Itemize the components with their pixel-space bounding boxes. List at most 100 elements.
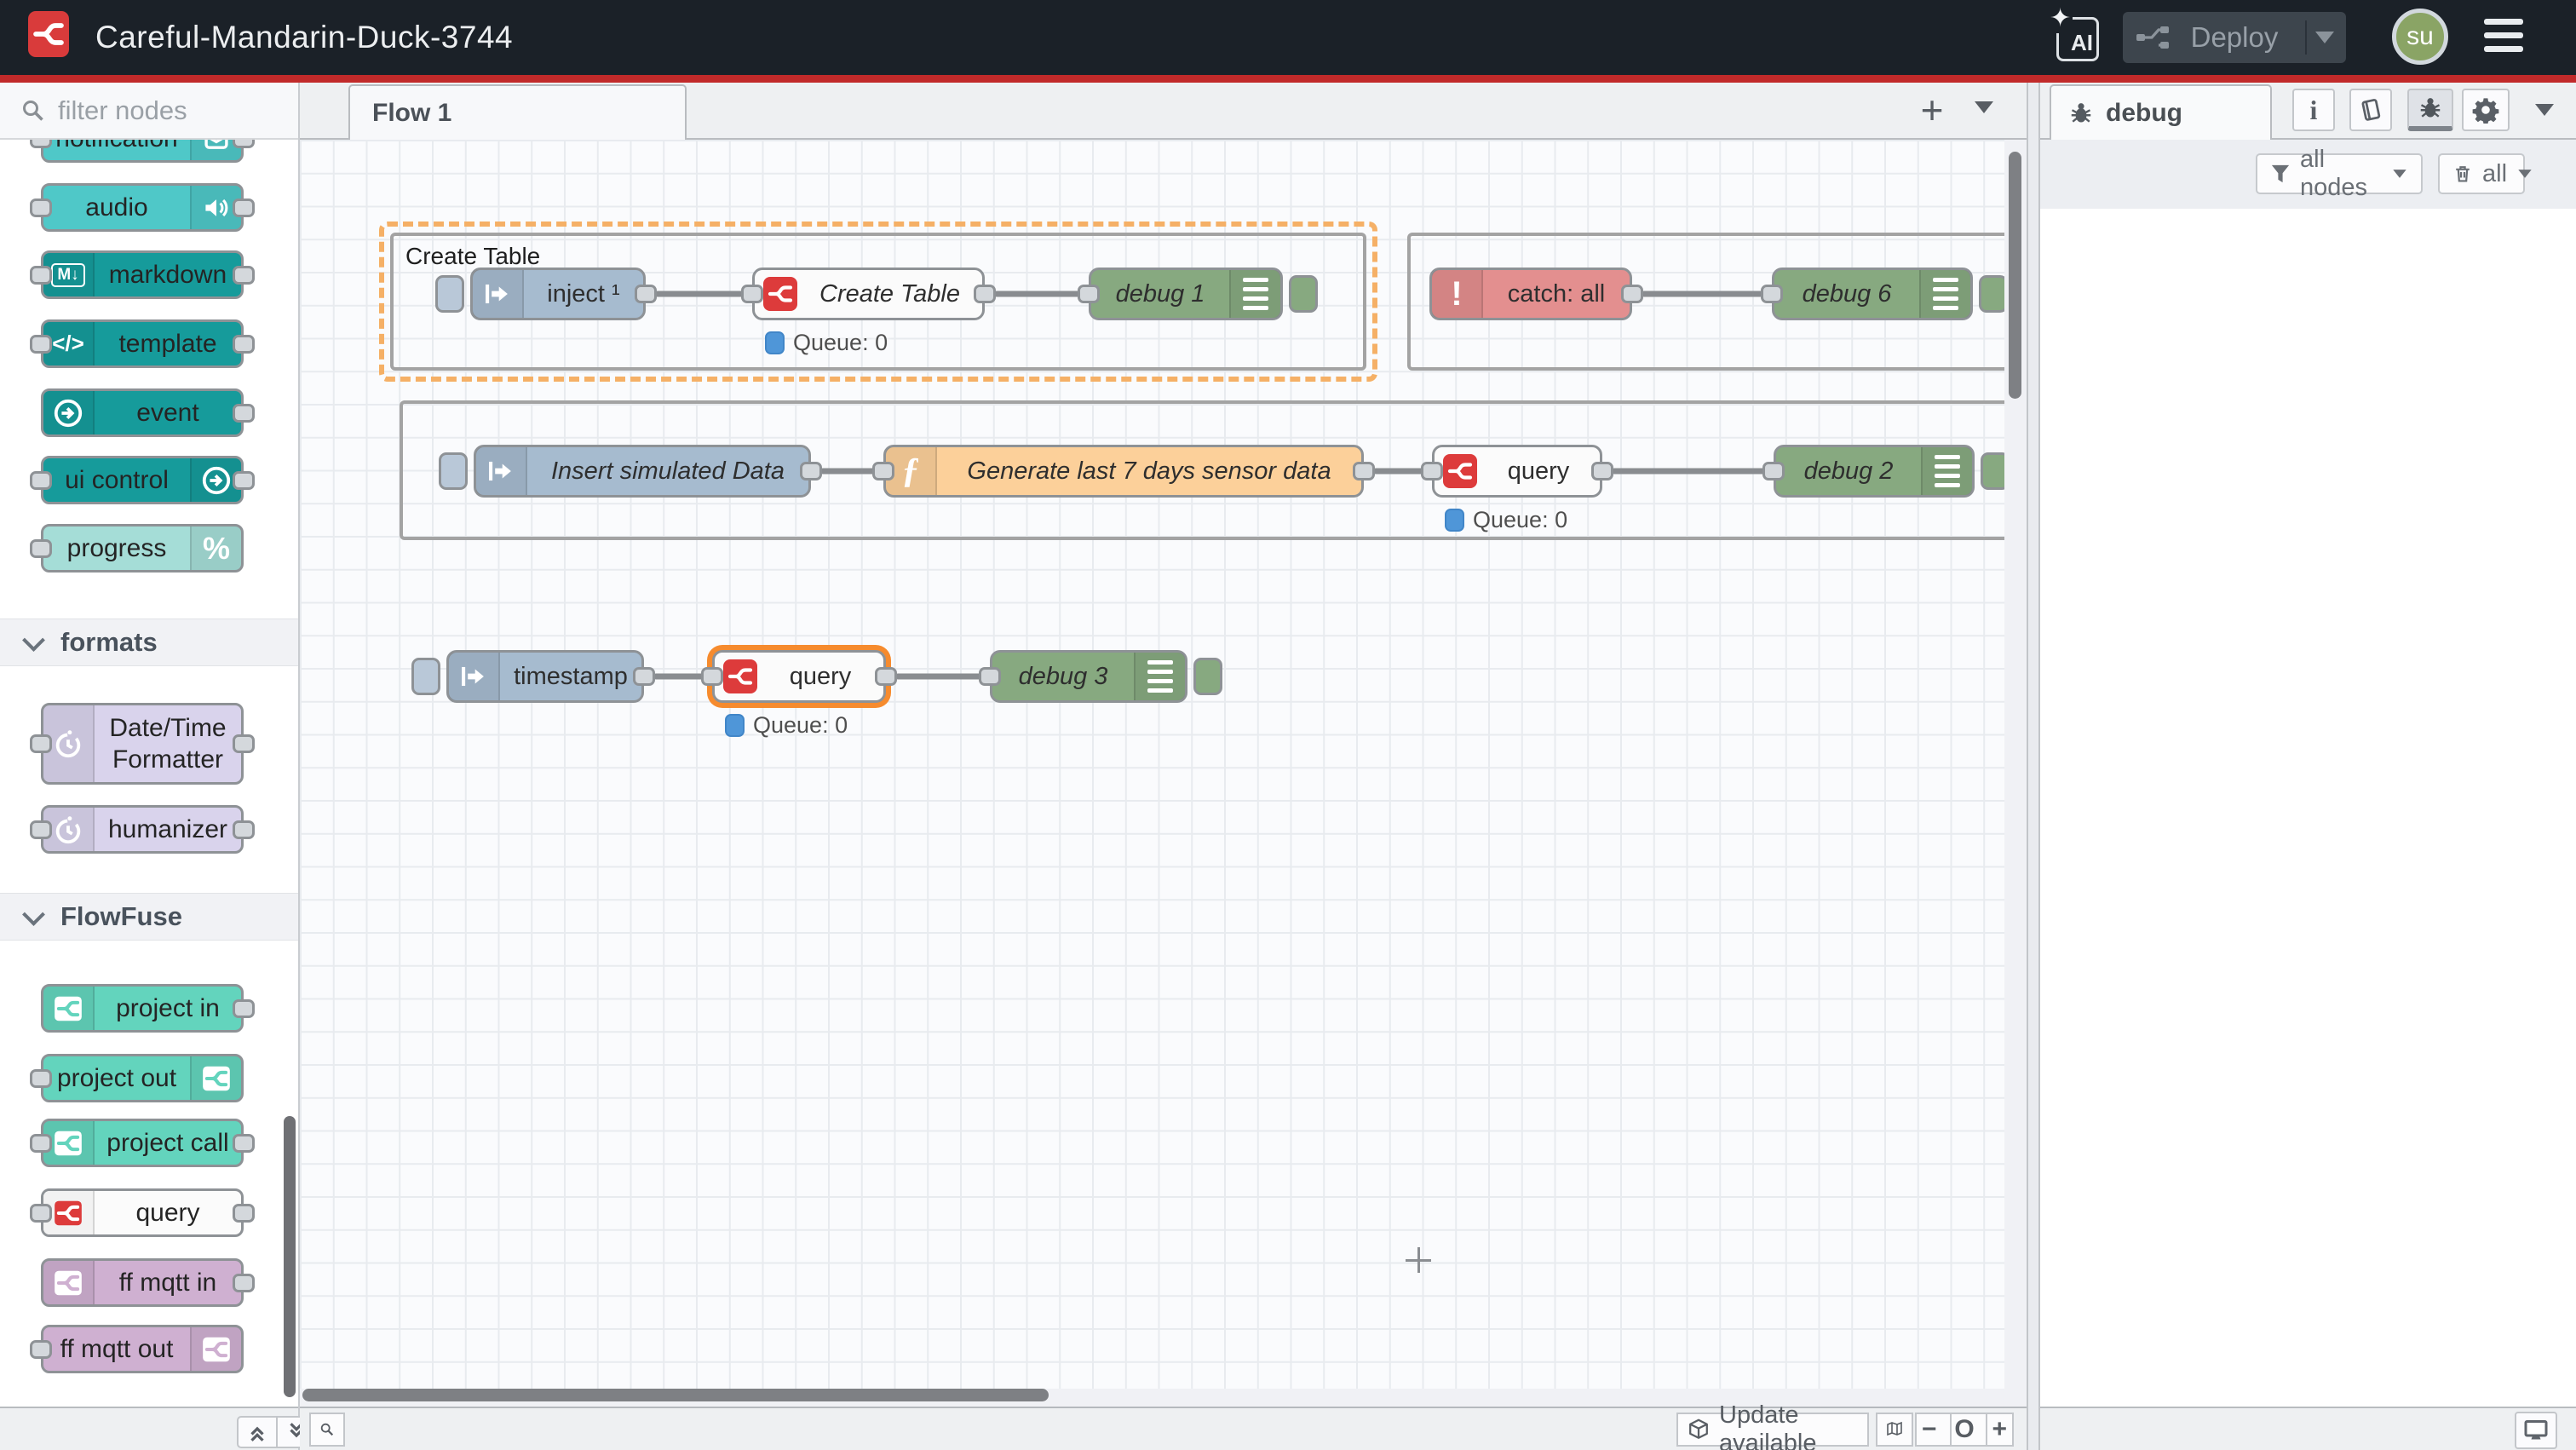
open-in-window-button[interactable]: [2515, 1412, 2557, 1449]
node-create-table[interactable]: Create Table Queue: 0: [752, 268, 985, 320]
inject-button[interactable]: [411, 658, 440, 695]
help-tab-button[interactable]: [2349, 89, 2392, 131]
zoom-reset-button[interactable]: O: [1950, 1414, 1976, 1445]
node-debug-3[interactable]: debug 3: [990, 650, 1187, 703]
port[interactable]: [30, 471, 52, 490]
debug-toggle-button[interactable]: [1981, 452, 2004, 490]
add-flow-button[interactable]: +: [1910, 88, 1954, 132]
palette-node-template[interactable]: </> template: [41, 319, 244, 368]
canvas-vertical-scrollbar[interactable]: [2009, 152, 2021, 399]
debug-toggle-button[interactable]: [1979, 275, 2004, 313]
port[interactable]: [1353, 462, 1375, 480]
port[interactable]: [1621, 285, 1643, 303]
port[interactable]: [872, 462, 894, 480]
port[interactable]: [1762, 462, 1785, 480]
port[interactable]: [233, 1134, 255, 1153]
palette-node-event[interactable]: event: [41, 388, 244, 437]
sidebar-resize-handle[interactable]: [2027, 83, 2040, 1450]
port[interactable]: [30, 335, 52, 354]
port[interactable]: [233, 1204, 255, 1223]
canvas-horizontal-scrollbar[interactable]: [302, 1389, 1049, 1401]
zoom-out-button[interactable]: −: [1917, 1414, 1941, 1445]
flow-canvas[interactable]: Create Table inject ¹ C: [300, 140, 2004, 1389]
palette-section-formats[interactable]: formats: [0, 619, 298, 666]
port[interactable]: [875, 667, 897, 686]
info-tab-button[interactable]: i: [2292, 89, 2335, 131]
port[interactable]: [30, 266, 52, 285]
port[interactable]: [633, 667, 655, 686]
node-generate-sensor-data[interactable]: ƒ Generate last 7 days sensor data: [883, 445, 1364, 498]
palette-collapse-all-button[interactable]: [237, 1416, 278, 1448]
port[interactable]: [1761, 285, 1783, 303]
zoom-in-button[interactable]: +: [1986, 1414, 2012, 1445]
palette-node-ff-mqtt-out[interactable]: ff mqtt out: [41, 1325, 244, 1373]
palette-node-project-call[interactable]: project call: [41, 1119, 244, 1167]
port[interactable]: [233, 820, 255, 839]
debug-toggle-button[interactable]: [1289, 275, 1318, 313]
debug-tab-button[interactable]: [2407, 89, 2453, 131]
node-query-2[interactable]: query Queue: 0: [1432, 445, 1602, 498]
port[interactable]: [30, 539, 52, 558]
port[interactable]: [1421, 462, 1443, 480]
port[interactable]: [233, 734, 255, 753]
port[interactable]: [800, 462, 822, 480]
user-avatar[interactable]: su: [2392, 9, 2448, 65]
palette-scrollbar[interactable]: [284, 1116, 296, 1397]
port[interactable]: [233, 404, 255, 423]
port[interactable]: [233, 199, 255, 217]
port[interactable]: [979, 667, 1001, 686]
palette-node-humanizer[interactable]: humanizer: [41, 805, 244, 854]
palette-node-project-out[interactable]: project out: [41, 1054, 244, 1102]
node-debug-1[interactable]: debug 1: [1089, 268, 1283, 320]
debug-clear-button[interactable]: all: [2438, 153, 2525, 194]
minimap-button[interactable]: [1876, 1413, 1913, 1447]
palette-node-datetime-formatter[interactable]: Date/Time Formatter: [41, 703, 244, 785]
node-inject-1[interactable]: inject ¹: [470, 268, 646, 320]
update-available-button[interactable]: Update available: [1676, 1413, 1869, 1447]
port[interactable]: [30, 140, 52, 148]
flowfuse-logo-icon[interactable]: [28, 11, 69, 57]
palette-node-ff-mqtt-in[interactable]: ff mqtt in: [41, 1258, 244, 1307]
ai-assistant-button[interactable]: ✦ AI: [2051, 10, 2099, 61]
inject-button[interactable]: [435, 275, 464, 313]
port[interactable]: [974, 285, 996, 303]
port[interactable]: [1078, 285, 1100, 303]
palette-node-audio[interactable]: audio: [41, 183, 244, 232]
palette-node-markdown[interactable]: M↓ markdown: [41, 250, 244, 299]
port[interactable]: [30, 1134, 52, 1153]
main-menu-icon[interactable]: [2484, 19, 2523, 52]
node-catch-all[interactable]: ! catch: all: [1429, 268, 1632, 320]
port[interactable]: [30, 199, 52, 217]
node-debug-6[interactable]: debug 6: [1772, 268, 1973, 320]
port[interactable]: [30, 1340, 52, 1359]
port[interactable]: [30, 1069, 52, 1088]
port[interactable]: [635, 285, 657, 303]
port[interactable]: [30, 1204, 52, 1223]
config-nodes-tab-button[interactable]: [2462, 89, 2510, 131]
port[interactable]: [233, 140, 255, 148]
port[interactable]: [30, 820, 52, 839]
sidebar-tabs-caret-icon[interactable]: [2535, 104, 2554, 116]
deploy-caret-icon[interactable]: [2315, 32, 2334, 43]
node-query-3-selected[interactable]: query Queue: 0: [712, 650, 886, 703]
debug-filter-button[interactable]: all nodes: [2256, 153, 2423, 194]
port[interactable]: [741, 285, 763, 303]
tab-flow-1[interactable]: Flow 1: [348, 84, 687, 140]
port[interactable]: [233, 335, 255, 354]
inject-button[interactable]: [439, 452, 468, 490]
debug-toggle-button[interactable]: [1193, 658, 1222, 695]
node-insert-simulated-data[interactable]: Insert simulated Data: [474, 445, 811, 498]
canvas-search-button[interactable]: [309, 1413, 345, 1447]
palette-node-ui-control[interactable]: ui control: [41, 456, 244, 504]
port[interactable]: [701, 667, 723, 686]
port[interactable]: [1591, 462, 1613, 480]
canvas-area[interactable]: Create Table inject ¹ C: [300, 140, 2027, 1407]
port[interactable]: [233, 266, 255, 285]
node-debug-2[interactable]: debug 2: [1774, 445, 1975, 498]
port[interactable]: [30, 734, 52, 753]
port[interactable]: [233, 999, 255, 1018]
flow-list-caret-icon[interactable]: [1975, 101, 1993, 113]
palette-node-query[interactable]: query: [41, 1188, 244, 1237]
deploy-button[interactable]: Deploy: [2123, 12, 2346, 63]
tab-debug[interactable]: debug: [2050, 84, 2272, 140]
